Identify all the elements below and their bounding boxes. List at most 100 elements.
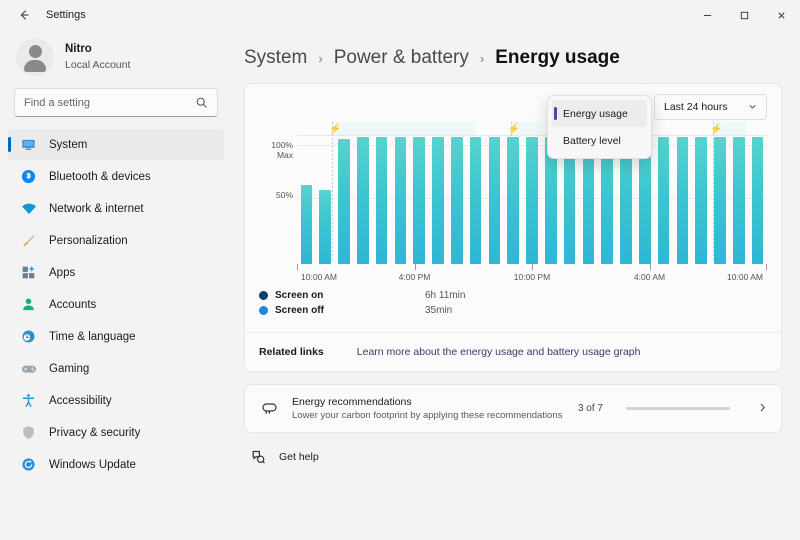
get-help-label: Get help: [279, 451, 319, 463]
page-title: Energy usage: [495, 47, 620, 68]
y-axis-labels: 100% Max 50%: [259, 122, 293, 248]
x-axis-tick: [414, 264, 416, 270]
time-range-value: Last 24 hours: [664, 101, 728, 113]
profile-subtitle: Local Account: [65, 58, 131, 71]
legend-values: 6h 11min 35min: [425, 288, 465, 318]
sidebar-item-label: Bluetooth & devices: [49, 170, 151, 183]
close-button[interactable]: [763, 0, 800, 30]
chart-bar: [732, 136, 745, 264]
sidebar-item-label: Network & internet: [49, 202, 144, 215]
charging-marker-line: [332, 122, 334, 262]
sidebar-item-label: Personalization: [49, 234, 128, 247]
chart-bar: [432, 136, 444, 264]
flyout-item-battery-level[interactable]: Battery level: [552, 127, 647, 154]
bluetooth-icon: [20, 168, 37, 185]
chart-bar: [338, 139, 350, 264]
chart-plot-area: 100% Max 50% ⚡ ⚡ ⚡ 10:00 AM 4:00 PM 10:00 PM…: [259, 122, 767, 282]
time-range-select[interactable]: Last 24 hours: [654, 94, 767, 120]
sidebar-item-apps[interactable]: Apps: [8, 257, 224, 288]
back-arrow-icon[interactable]: [10, 3, 38, 27]
monitor-icon: [20, 136, 37, 153]
window-body: Nitro Local Account Find a setting Syste…: [0, 30, 800, 540]
chart-bar: [394, 136, 407, 264]
sidebar-item-label: System: [49, 138, 88, 151]
sidebar-item-label: Gaming: [49, 362, 90, 375]
y-tick-label: 100%: [271, 140, 293, 150]
chart-bar: [507, 136, 519, 264]
search-icon: [195, 96, 208, 109]
related-link[interactable]: Learn more about the energy usage and ba…: [357, 346, 641, 358]
clock-globe-icon: [20, 328, 37, 345]
gamepad-icon: [20, 360, 37, 377]
breadcrumb-root[interactable]: System: [244, 47, 307, 69]
chart-bar: [375, 136, 388, 264]
sidebar-item-network-internet[interactable]: Network & internet: [8, 193, 224, 224]
chart-bar: [413, 136, 425, 264]
wifi-icon: [20, 200, 37, 217]
breadcrumb-parent[interactable]: Power & battery: [334, 47, 469, 69]
sidebar-item-label: Accessibility: [49, 394, 112, 407]
x-axis-tick: [532, 264, 533, 270]
legend-value: 6h 11min: [425, 290, 466, 301]
sidebar-item-label: Privacy & security: [49, 426, 141, 439]
person-icon: [20, 296, 37, 313]
breadcrumb: System › Power & battery › Energy usage: [244, 40, 782, 83]
sidebar-item-accounts[interactable]: Accounts: [8, 289, 224, 320]
lightning-bolt-icon: ⚡: [329, 124, 342, 135]
paintbrush-icon: [20, 232, 37, 249]
sidebar-item-personalization[interactable]: Personalization: [8, 225, 224, 256]
chart-bar: [300, 185, 313, 264]
minimize-button[interactable]: [689, 0, 726, 30]
chart-bar: [319, 190, 331, 264]
sidebar-item-label: Apps: [49, 266, 76, 279]
search-input[interactable]: [24, 96, 195, 109]
flyout-item-label: Battery level: [563, 134, 621, 147]
maximize-button[interactable]: [726, 0, 763, 30]
lightning-bolt-icon: ⚡: [507, 124, 521, 135]
chart-bar: [450, 136, 463, 264]
chart-bar: [695, 136, 707, 264]
legend-keys: Screen on Screen off: [259, 288, 425, 318]
legend-item-screen-on: Screen on: [259, 288, 425, 303]
recommendations-subtitle: Lower your carbon footprint by applying …: [292, 410, 563, 422]
x-axis-tick: [766, 264, 767, 270]
charging-band: [332, 122, 476, 135]
sidebar-item-gaming[interactable]: Gaming: [8, 353, 224, 384]
related-links-row: Related links Learn more about the energ…: [245, 332, 781, 371]
sidebar-item-system[interactable]: System: [8, 129, 224, 160]
related-links-label: Related links: [259, 346, 324, 358]
legend-color-dot: [259, 306, 268, 315]
sidebar-item-label: Time & language: [49, 330, 136, 343]
recommendations-progress-bar: [626, 407, 730, 410]
get-help-row[interactable]: Get help: [244, 433, 782, 465]
sidebar-item-label: Windows Update: [49, 458, 136, 471]
recommendations-texts: Energy recommendations Lower your carbon…: [292, 395, 565, 423]
chart-bar: [526, 136, 538, 264]
sidebar-item-privacy-security[interactable]: Privacy & security: [8, 417, 224, 448]
settings-window: Settings Nitro Local Account Find a sett…: [0, 0, 800, 540]
sidebar-item-accessibility[interactable]: Accessibility: [8, 385, 224, 416]
title-bar: Settings: [0, 0, 800, 30]
y-tick-label: 50%: [275, 190, 293, 200]
legend-value: 35min: [425, 305, 453, 316]
accessibility-icon: [20, 392, 37, 409]
chevron-right-icon[interactable]: [757, 402, 768, 416]
x-axis-label: 4:00 PM: [398, 272, 431, 282]
user-profile[interactable]: Nitro Local Account: [8, 30, 224, 86]
breadcrumb-separator: ›: [479, 51, 485, 66]
x-axis-label: 10:00 AM: [301, 272, 337, 282]
breadcrumb-separator: ›: [318, 51, 323, 66]
x-axis: 10:00 AM 4:00 PM 10:00 PM 4:00 AM 10:00 AM: [297, 264, 767, 286]
flyout-item-energy-usage[interactable]: Energy usage: [552, 100, 647, 127]
sidebar-item-time-language[interactable]: Time & language: [8, 321, 224, 352]
chart-bar: [488, 136, 501, 264]
energy-recommendations-card[interactable]: Energy recommendations Lower your carbon…: [244, 384, 782, 433]
chart-bar: [657, 136, 670, 264]
sidebar-item-bluetooth-devices[interactable]: Bluetooth & devices: [8, 161, 224, 192]
search-box[interactable]: [14, 88, 218, 117]
legend-color-dot: [259, 291, 268, 300]
chart-plot: ⚡ ⚡ ⚡: [297, 122, 767, 264]
sidebar-item-windows-update[interactable]: Windows Update: [8, 449, 224, 480]
x-axis-label: 10:00 AM: [727, 272, 763, 282]
window-title: Settings: [46, 9, 86, 21]
